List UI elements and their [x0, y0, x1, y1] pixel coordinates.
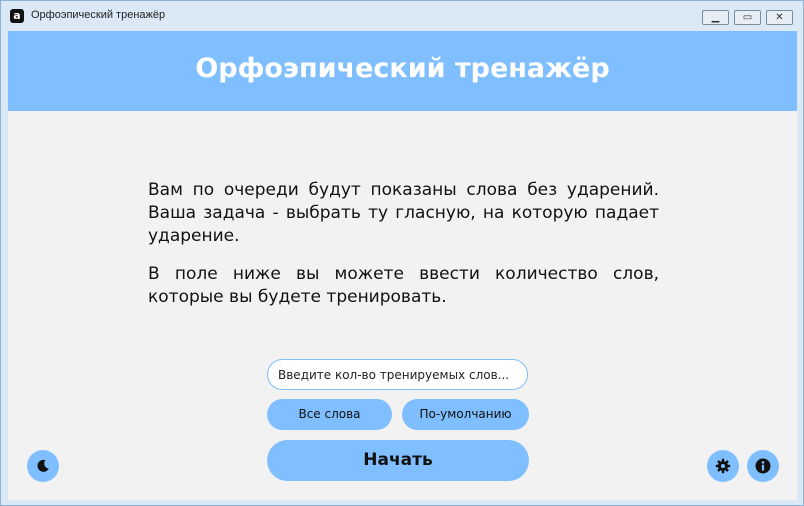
info-icon: [755, 458, 771, 474]
start-button[interactable]: Начать: [267, 440, 529, 481]
theme-toggle-button[interactable]: [27, 450, 59, 482]
all-words-button[interactable]: Все слова: [267, 399, 392, 430]
maximize-button[interactable]: ▭: [734, 10, 761, 25]
info-button[interactable]: [747, 450, 779, 482]
close-icon: ✕: [775, 12, 784, 23]
gear-icon: [715, 458, 731, 474]
description-paragraph-2: В поле ниже вы можете ввести количество …: [148, 264, 659, 307]
maximize-icon: ▭: [742, 12, 753, 23]
app-window: a Орфоэпический тренажёр ▁ ▭ ✕ Орфоэпиче…: [0, 0, 804, 506]
page-title: Орфоэпический тренажёр: [195, 53, 610, 84]
main-content: Орфоэпический тренажёр Вам по очереди бу…: [8, 31, 797, 500]
default-button[interactable]: По-умолчанию: [402, 399, 529, 430]
moon-icon: [37, 459, 49, 472]
minimize-icon: ▁: [711, 12, 720, 23]
word-count-input[interactable]: [267, 359, 528, 390]
settings-button[interactable]: [707, 450, 739, 482]
title-bar[interactable]: a Орфоэпический тренажёр ▁ ▭ ✕: [1, 1, 803, 31]
app-icon: a: [10, 9, 24, 23]
window-title: Орфоэпический тренажёр: [31, 9, 166, 21]
header-banner: Орфоэпический тренажёр: [8, 31, 797, 111]
description-paragraph-1: Вам по очереди будут показаны слова без …: [148, 180, 659, 246]
minimize-button[interactable]: ▁: [702, 10, 729, 25]
close-button[interactable]: ✕: [766, 10, 793, 25]
